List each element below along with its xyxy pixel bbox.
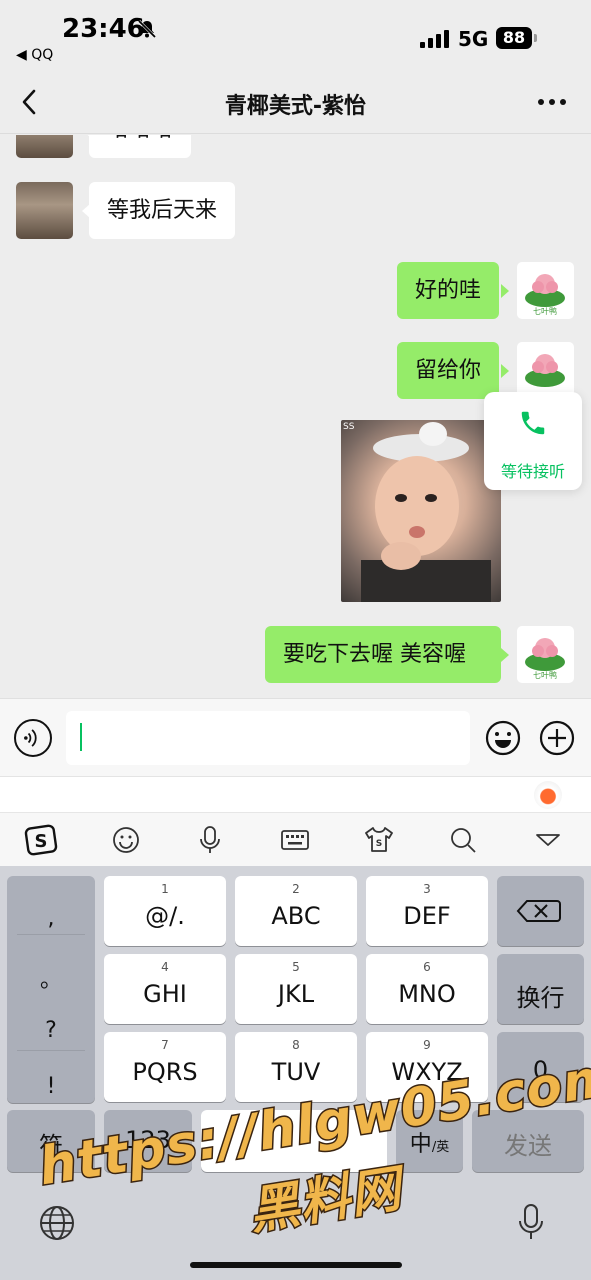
key-4[interactable]: 4 GHI xyxy=(104,954,226,1024)
ime-suggestion-strip xyxy=(0,776,591,812)
call-status: 等待接听 xyxy=(500,462,565,481)
battery-icon: 88 xyxy=(496,27,532,49)
voice-input-icon[interactable] xyxy=(14,719,52,757)
message-bubble[interactable]: 要吃下去喔 美容喔 xyxy=(265,626,501,683)
composer xyxy=(0,698,591,776)
key-1[interactable]: 1 @/. xyxy=(104,876,226,946)
backspace-icon xyxy=(516,900,561,922)
battery-tip xyxy=(534,34,537,42)
key-7[interactable]: 7 PQRS xyxy=(104,1032,226,1102)
bell-off-icon xyxy=(137,19,157,39)
ime-mascot-icon[interactable] xyxy=(534,781,562,809)
message-bubble[interactable]: 等我后天来 xyxy=(89,182,236,239)
self-avatar[interactable] xyxy=(517,342,574,399)
message-bubble[interactable]: 留给你 xyxy=(397,342,500,399)
peer-avatar[interactable] xyxy=(16,182,73,239)
lotus-avatar-icon: 七叶鸭 xyxy=(525,274,565,316)
message-list[interactable]: 哈哈哈 等我后天来 七叶鸭 好的哇 留给你 SS xyxy=(0,135,591,698)
emoji-face-icon[interactable] xyxy=(109,823,143,857)
peer-avatar[interactable] xyxy=(16,135,73,158)
svg-text:七叶鸭: 七叶鸭 xyxy=(533,670,557,680)
backspace-key[interactable] xyxy=(497,876,584,946)
collapse-keyboard-icon[interactable] xyxy=(531,823,565,857)
key-2[interactable]: 2 ABC xyxy=(235,876,357,946)
keyboard-toolbar: S S xyxy=(0,812,591,866)
microphone-icon[interactable] xyxy=(193,823,227,857)
punctuation-column[interactable]: , 。 ? ! xyxy=(7,876,95,1103)
punct-key[interactable]: ! xyxy=(7,1074,95,1099)
sogou-logo-icon[interactable]: S xyxy=(24,823,58,857)
lotus-avatar-icon xyxy=(525,354,565,387)
globe-icon[interactable] xyxy=(38,1204,76,1242)
text-caret xyxy=(80,723,82,751)
signal-icon xyxy=(420,30,450,48)
skin-shirt-icon[interactable]: S xyxy=(362,823,396,857)
voice-call-floating-card[interactable]: 等待接听 xyxy=(484,392,582,490)
newline-key[interactable]: 换行 xyxy=(497,954,584,1024)
plus-icon[interactable] xyxy=(538,719,576,757)
dictation-mic-icon[interactable] xyxy=(516,1202,546,1242)
key-5[interactable]: 5 JKL xyxy=(235,954,357,1024)
message-bubble[interactable]: 好的哇 xyxy=(397,262,500,319)
self-avatar[interactable]: 七叶鸭 xyxy=(517,626,574,683)
svg-text:七叶鸭: 七叶鸭 xyxy=(533,306,557,316)
network-type: 5G xyxy=(458,27,489,51)
svg-text:S: S xyxy=(376,839,382,849)
chat-title: 青椰美式-紫怡 xyxy=(224,94,367,119)
self-avatar[interactable]: 七叶鸭 xyxy=(517,262,574,319)
image-tag: SS xyxy=(343,422,355,432)
key-3[interactable]: 3 DEF xyxy=(366,876,488,946)
svg-text:S: S xyxy=(35,831,48,852)
phone-icon xyxy=(521,411,545,435)
chat-header: 青椰美式-紫怡 xyxy=(0,70,591,134)
message-input[interactable] xyxy=(66,711,470,765)
baby-photo-icon xyxy=(361,422,491,602)
emoji-icon[interactable] xyxy=(484,719,522,757)
punct-key[interactable]: , xyxy=(7,906,95,931)
home-indicator[interactable] xyxy=(190,1262,402,1268)
keyboard-icon[interactable] xyxy=(278,823,312,857)
image-message[interactable]: SS xyxy=(341,420,501,602)
more-icon[interactable] xyxy=(536,96,568,108)
lotus-avatar-icon: 七叶鸭 xyxy=(525,638,565,680)
message-bubble[interactable]: 哈哈哈 xyxy=(89,135,192,158)
punct-key[interactable]: 。 xyxy=(7,962,95,994)
punct-key[interactable]: ? xyxy=(7,1018,95,1043)
back-to-app-link[interactable]: ◀ QQ xyxy=(16,47,53,63)
status-bar: 23:46 ◀ QQ 5G 88 xyxy=(0,0,591,70)
search-icon[interactable] xyxy=(446,823,480,857)
status-time: 23:46 xyxy=(62,14,145,44)
key-6[interactable]: 6 MNO xyxy=(366,954,488,1024)
